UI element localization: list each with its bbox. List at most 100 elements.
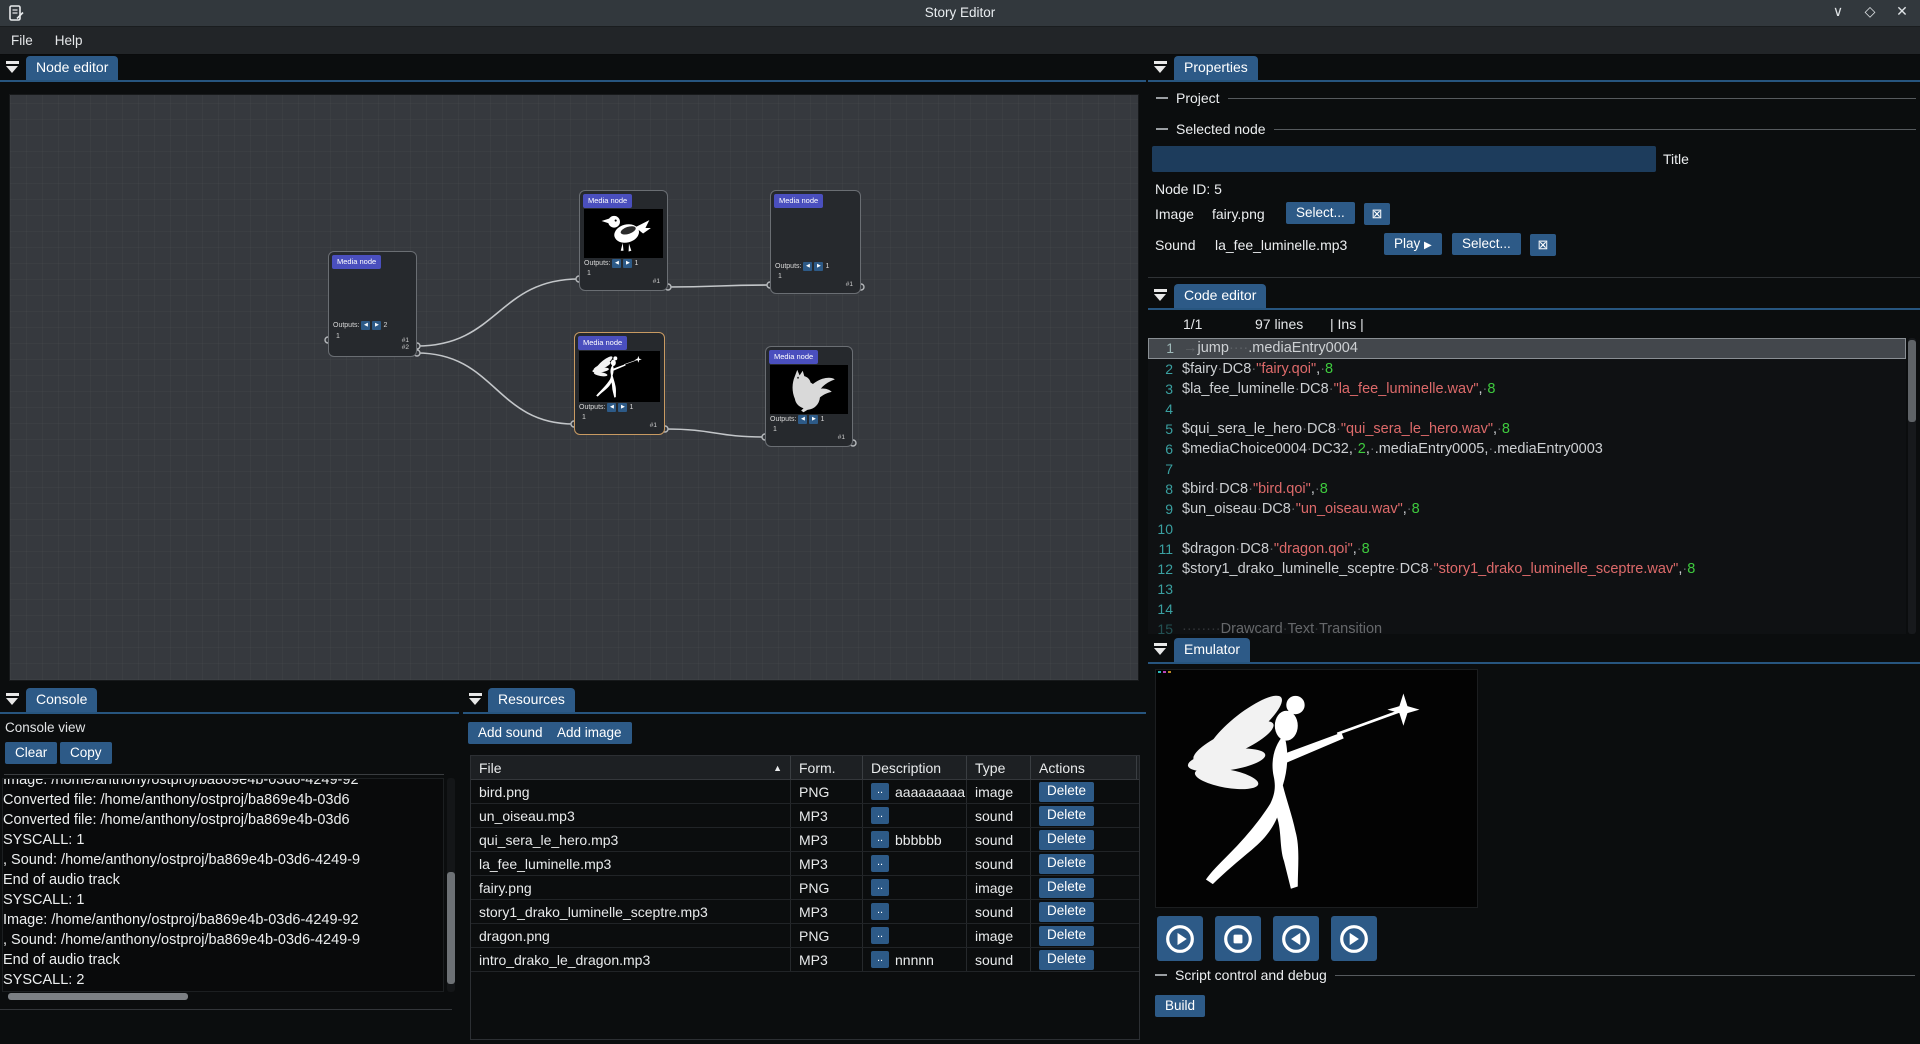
node-title-input[interactable]	[1152, 146, 1656, 172]
sound-clear-button[interactable]: ⊠	[1530, 234, 1556, 256]
column-header-description[interactable]: Description	[863, 756, 967, 779]
console-clear-button[interactable]: Clear	[5, 742, 57, 764]
script-control-label: Script control and debug	[1175, 967, 1327, 983]
code-line: 12$story1_drako_luminelle_sceptre·DC8·"s…	[1148, 559, 1906, 579]
node-outputs-row: Outputs:◀▶1	[770, 415, 824, 424]
actions-cell: Delete	[1031, 828, 1137, 851]
code-line: 13	[1148, 579, 1906, 599]
delete-button[interactable]: Delete	[1039, 926, 1094, 946]
tab-code-editor[interactable]: Code editor	[1174, 284, 1266, 308]
tab-emulator[interactable]: Emulator	[1174, 638, 1250, 662]
edit-description-button[interactable]: ..	[871, 807, 889, 824]
graph-node[interactable]: Media nodeOutputs:◀▶11#1	[765, 346, 853, 447]
table-row: bird.pngPNG..aaaaaaaaaimageDelete	[471, 780, 1139, 804]
graph-node[interactable]: Media nodeOutputs:◀▶21#1#2	[328, 251, 417, 357]
line-number: 10	[1148, 519, 1182, 539]
decrease-outputs-button[interactable]: ◀	[803, 262, 812, 271]
node-type-badge: Media node	[769, 350, 818, 364]
line-number: 8	[1148, 479, 1182, 499]
scrollbar-thumb[interactable]	[447, 872, 455, 984]
collapse-icon[interactable]	[469, 693, 483, 707]
delete-button[interactable]: Delete	[1039, 878, 1094, 898]
scrollbar-thumb[interactable]	[8, 993, 188, 1000]
collapse-icon[interactable]	[1154, 643, 1168, 657]
tab-console[interactable]: Console	[26, 688, 97, 712]
edit-description-button[interactable]: ..	[871, 927, 889, 944]
description-cell: ..	[863, 924, 967, 947]
code-line: 15········Drawcard·Text·Transition	[1148, 619, 1906, 634]
image-select-button[interactable]: Select...	[1286, 202, 1355, 224]
file-name-cell: story1_drako_luminelle_sceptre.mp3	[471, 900, 791, 923]
emulator-next-button[interactable]	[1331, 916, 1377, 961]
type-cell: sound	[967, 852, 1031, 875]
collapse-icon[interactable]	[6, 693, 20, 707]
emulator-prev-button[interactable]	[1273, 916, 1319, 961]
edit-description-button[interactable]: ..	[871, 855, 889, 872]
tab-properties[interactable]: Properties	[1174, 56, 1258, 80]
close-button[interactable]: ✕	[1894, 3, 1910, 20]
edit-description-button[interactable]: ..	[871, 951, 889, 968]
graph-node[interactable]: Media nodeOutputs:◀▶11#1	[579, 190, 668, 291]
tab-resources[interactable]: Resources	[488, 688, 575, 712]
increase-outputs-button[interactable]: ▶	[372, 321, 381, 330]
graph-node-selected[interactable]: Media nodeOutputs:◀▶11#1	[574, 332, 665, 435]
delete-button[interactable]: Delete	[1039, 902, 1094, 922]
increase-outputs-button[interactable]: ▶	[814, 262, 823, 271]
image-clear-button[interactable]: ⊠	[1364, 203, 1390, 225]
delete-button[interactable]: Delete	[1039, 854, 1094, 874]
menu-item-help[interactable]: Help	[44, 29, 94, 52]
type-cell: sound	[967, 948, 1031, 971]
menu-item-file[interactable]: File	[0, 29, 44, 52]
line-number: 15	[1148, 619, 1182, 634]
minimize-button[interactable]: ∨	[1830, 3, 1846, 20]
decrease-outputs-button[interactable]: ◀	[612, 259, 621, 268]
delete-button[interactable]: Delete	[1039, 782, 1094, 802]
increase-outputs-button[interactable]: ▶	[809, 415, 818, 424]
column-header-type[interactable]: Type	[967, 756, 1031, 779]
add-image-button[interactable]: Add image	[547, 722, 632, 744]
edit-description-button[interactable]: ..	[871, 879, 889, 896]
actions-cell: Delete	[1031, 900, 1137, 923]
maximize-button[interactable]: ◇	[1862, 3, 1878, 20]
collapse-icon[interactable]	[6, 61, 20, 75]
node-graph-canvas[interactable]: Media nodeOutputs:◀▶21#1#2Media nodeOutp…	[9, 94, 1139, 681]
column-header-file[interactable]: File▲	[471, 756, 791, 779]
console-line: Converted file: /home/anthony/ostproj/ba…	[3, 810, 443, 830]
file-name-cell: la_fee_luminelle.mp3	[471, 852, 791, 875]
decrease-outputs-button[interactable]: ◀	[607, 403, 616, 412]
decrease-outputs-button[interactable]: ◀	[361, 321, 370, 330]
code-line: 9$un_oiseau·DC8·"un_oiseau.wav",·8	[1148, 499, 1906, 519]
emulator-play-button[interactable]	[1157, 916, 1203, 961]
edit-description-button[interactable]: ..	[871, 831, 889, 848]
column-header-form[interactable]: Form.	[791, 756, 863, 779]
edit-description-button[interactable]: ..	[871, 903, 889, 920]
tab-underline	[463, 712, 1146, 714]
sound-play-button[interactable]: Play ▶	[1384, 233, 1442, 255]
edit-description-button[interactable]: ..	[871, 783, 889, 800]
collapse-icon[interactable]	[1154, 61, 1168, 75]
format-cell: MP3	[791, 804, 863, 827]
bird-image	[584, 209, 663, 258]
table-row: la_fee_luminelle.mp3MP3..soundDelete	[471, 852, 1139, 876]
collapse-icon[interactable]	[1154, 289, 1168, 303]
sound-select-button[interactable]: Select...	[1452, 233, 1521, 255]
decrease-outputs-button[interactable]: ◀	[798, 415, 807, 424]
scrollbar-thumb[interactable]	[1908, 340, 1916, 422]
increase-outputs-button[interactable]: ▶	[618, 403, 627, 412]
build-button[interactable]: Build	[1155, 995, 1205, 1017]
code-line: 7	[1148, 459, 1906, 479]
tab-node-editor[interactable]: Node editor	[26, 56, 118, 80]
console-output[interactable]: Image: /home/anthony/ostproj/ba869e4b-03…	[2, 778, 444, 992]
node-output-port-label: #1	[402, 337, 409, 344]
column-header-actions[interactable]: Actions	[1031, 756, 1137, 779]
add-sound-button[interactable]: Add sound	[468, 722, 553, 744]
increase-outputs-button[interactable]: ▶	[623, 259, 632, 268]
delete-button[interactable]: Delete	[1039, 950, 1094, 970]
delete-button[interactable]: Delete	[1039, 806, 1094, 826]
node-editor-header: Node editor	[0, 55, 1146, 81]
emulator-stop-button[interactable]	[1215, 916, 1261, 961]
delete-button[interactable]: Delete	[1039, 830, 1094, 850]
graph-node[interactable]: Media nodeOutputs:◀▶11#1	[770, 190, 861, 294]
code-editor-area[interactable]: 1→jump····.mediaEntry00042$fairy·DC8·"fa…	[1148, 338, 1906, 634]
console-copy-button[interactable]: Copy	[60, 742, 112, 764]
